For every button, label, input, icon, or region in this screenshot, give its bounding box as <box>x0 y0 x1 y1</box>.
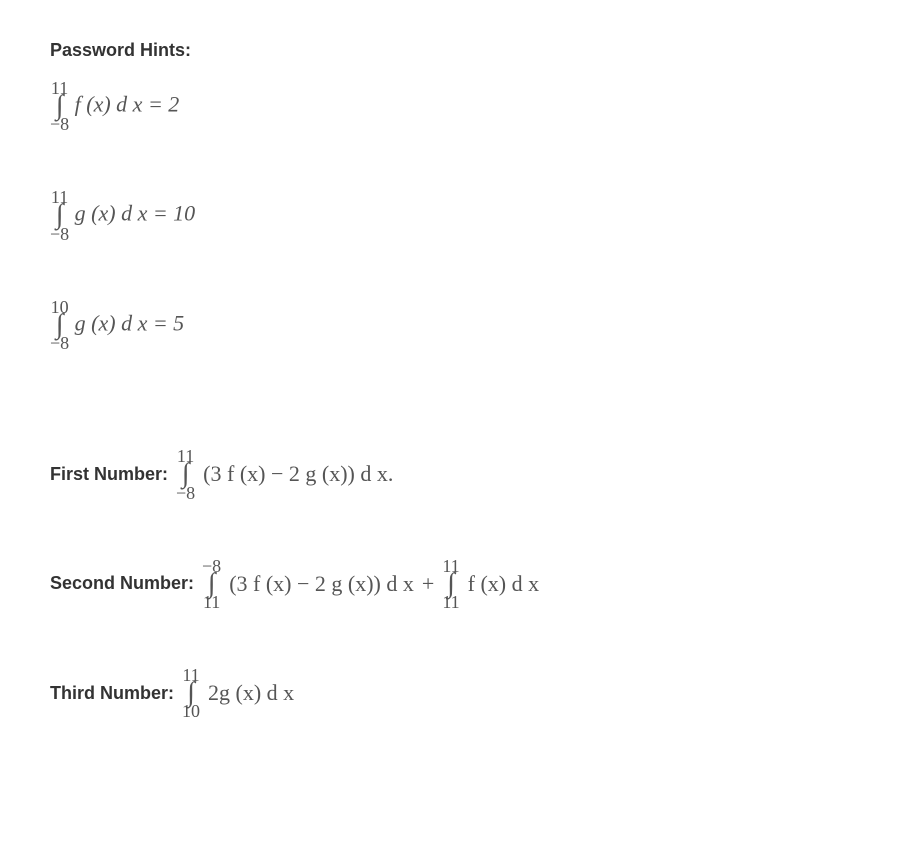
expression-body: (3 f (x) − 2 g (x)) d x. <box>203 461 393 487</box>
second-number-expression: −8 ∫ 11 (3 f (x) − 2 g (x)) d x + 11 ∫ 1… <box>202 557 539 611</box>
lower-limit: −8 <box>50 225 69 243</box>
first-number-row: First Number: 11 ∫ −8 (3 f (x) − 2 g (x)… <box>50 447 851 501</box>
third-number-row: Third Number: 11 ∫ 10 2g (x) d x <box>50 666 851 720</box>
hint-equation-1: 11 ∫ −8 f (x) d x = 2 <box>50 79 851 133</box>
hint-body: f (x) d x = 2 <box>75 91 180 116</box>
expression-body: 2g (x) d x <box>208 680 294 706</box>
lower-limit: −8 <box>50 115 69 133</box>
hint-equation-3: 10 ∫ −8 g (x) d x = 5 <box>50 298 851 352</box>
hint-equation-2: 11 ∫ −8 g (x) d x = 10 <box>50 188 851 242</box>
integrand: g (x) d x = 5 <box>75 310 185 335</box>
third-number-expression: 11 ∫ 10 2g (x) d x <box>182 666 294 720</box>
integral-symbol: 10 ∫ −8 <box>50 298 69 352</box>
integral-symbol: 11 ∫ −8 <box>50 188 69 242</box>
expression-body-1: (3 f (x) − 2 g (x)) d x <box>229 571 414 597</box>
integral-symbol: 11 ∫ −8 <box>176 447 195 501</box>
integrand: f (x) d x = 2 <box>75 91 180 116</box>
plus-operator: + <box>422 571 434 597</box>
spacer <box>50 407 851 447</box>
integral-symbol: 11 ∫ −8 <box>50 79 69 133</box>
expression-body-2: f (x) d x <box>468 571 539 597</box>
integral-symbol: −8 ∫ 11 <box>202 557 221 611</box>
document-content: Password Hints: 11 ∫ −8 f (x) d x = 2 11… <box>0 0 901 815</box>
lower-limit: −8 <box>50 334 69 352</box>
lower-limit: 10 <box>182 702 200 720</box>
integral-symbol: 11 ∫ 10 <box>182 666 200 720</box>
heading-password-hints: Password Hints: <box>50 40 851 61</box>
hint-body: g (x) d x = 5 <box>75 310 185 335</box>
second-number-row: Second Number: −8 ∫ 11 (3 f (x) − 2 g (x… <box>50 557 851 611</box>
integrand: g (x) d x = 10 <box>75 201 196 226</box>
integral-symbol: 11 ∫ 11 <box>442 557 459 611</box>
first-number-expression: 11 ∫ −8 (3 f (x) − 2 g (x)) d x. <box>176 447 393 501</box>
first-number-label: First Number: <box>50 464 168 485</box>
lower-limit: 11 <box>442 593 459 611</box>
third-number-label: Third Number: <box>50 683 174 704</box>
second-number-label: Second Number: <box>50 573 194 594</box>
hint-body: g (x) d x = 10 <box>75 201 196 226</box>
lower-limit: −8 <box>176 484 195 502</box>
lower-limit: 11 <box>202 593 221 611</box>
